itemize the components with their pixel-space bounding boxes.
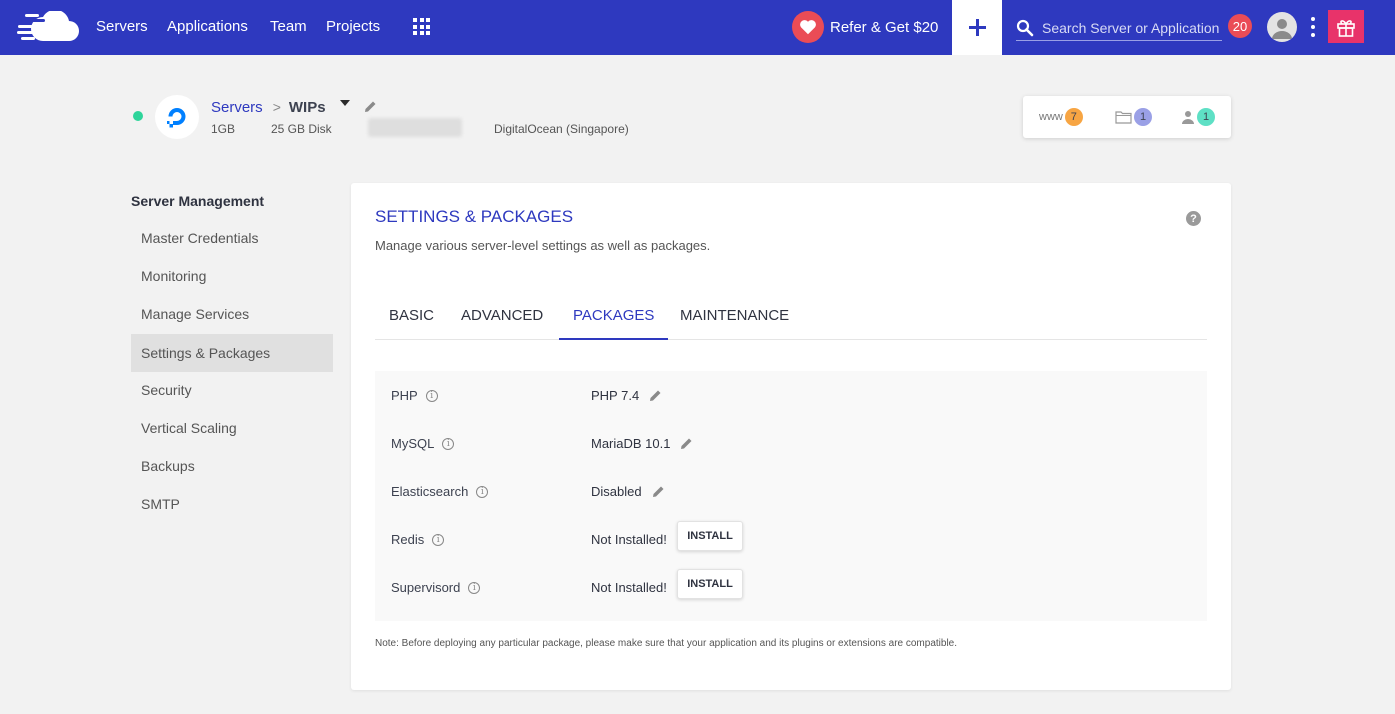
sidebar-item-backups[interactable]: Backups xyxy=(131,447,333,485)
help-icon[interactable]: ? xyxy=(1186,211,1201,226)
info-icon[interactable]: i xyxy=(425,389,438,402)
notification-badge[interactable]: 20 xyxy=(1228,14,1252,38)
server-ip-redacted xyxy=(368,118,462,137)
plus-icon xyxy=(968,19,986,36)
stat-files[interactable]: 1 xyxy=(1115,108,1152,126)
package-name: Elasticsearch xyxy=(391,484,469,499)
search-icon xyxy=(1016,19,1034,36)
server-dropdown-caret-icon[interactable] xyxy=(340,100,350,106)
package-label: MySQL i xyxy=(391,436,455,451)
nav-projects[interactable]: Projects xyxy=(326,18,380,35)
package-row-redis: Redis i Not Installed! INSTALL xyxy=(375,519,1207,567)
server-stats-card: www 7 1 1 xyxy=(1023,96,1231,138)
avatar-icon[interactable] xyxy=(1267,12,1297,42)
package-version: Disabled xyxy=(591,484,642,499)
info-icon[interactable]: i xyxy=(432,533,445,546)
kebab-menu-icon[interactable] xyxy=(1311,17,1315,37)
sidebar-item-settings-packages[interactable]: Settings & Packages xyxy=(131,334,333,372)
stat-users[interactable]: 1 xyxy=(1181,108,1215,126)
package-value: MariaDB 10.1 xyxy=(591,436,693,451)
package-label: Elasticsearch i xyxy=(391,484,489,499)
cloudways-logo-icon[interactable] xyxy=(17,11,79,43)
breadcrumb-servers-link[interactable]: Servers xyxy=(211,99,263,116)
server-status-dot xyxy=(133,111,143,121)
nav-applications[interactable]: Applications xyxy=(167,18,248,35)
pencil-icon[interactable] xyxy=(652,485,665,498)
package-row-supervisord: Supervisord i Not Installed! INSTALL xyxy=(375,567,1207,615)
search-input[interactable] xyxy=(1042,19,1222,36)
package-name: Redis xyxy=(391,532,425,547)
package-version: PHP 7.4 xyxy=(591,388,640,403)
install-supervisord-button[interactable]: INSTALL xyxy=(677,569,743,599)
package-name: Supervisord xyxy=(391,580,461,595)
tab-advanced[interactable]: ADVANCED xyxy=(447,295,557,340)
files-count-badge: 1 xyxy=(1134,108,1152,126)
grid-icon[interactable] xyxy=(413,18,430,35)
compatibility-note: Note: Before deploying any particular pa… xyxy=(375,638,958,649)
breadcrumb: Servers > WIPs xyxy=(211,97,326,117)
server-name: WIPs xyxy=(288,98,326,116)
www-label: www xyxy=(1039,111,1063,123)
sidebar-item-vertical-scaling[interactable]: Vertical Scaling xyxy=(131,409,333,447)
server-disk: 25 GB Disk xyxy=(271,122,332,136)
user-icon xyxy=(1182,111,1194,124)
package-row-php: PHP i PHP 7.4 xyxy=(375,375,1207,423)
info-icon[interactable]: i xyxy=(468,581,481,594)
stat-apps[interactable]: www 7 xyxy=(1039,108,1083,126)
tab-maintenance[interactable]: MAINTENANCE xyxy=(666,295,803,340)
package-name: MySQL xyxy=(391,436,435,451)
tab-packages[interactable]: PACKAGES xyxy=(559,295,669,340)
info-icon[interactable]: i xyxy=(442,437,455,450)
refer-label: Refer & Get $20 xyxy=(830,18,939,36)
nav-servers[interactable]: Servers xyxy=(96,18,148,35)
package-value: PHP 7.4 xyxy=(591,388,662,403)
package-value: Not Installed! xyxy=(591,580,667,595)
page-title: SETTINGS & PACKAGES xyxy=(375,207,574,226)
add-button[interactable] xyxy=(952,0,1002,55)
sidebar-item-smtp[interactable]: SMTP xyxy=(131,485,333,523)
search-box xyxy=(1016,15,1222,41)
server-provider: DigitalOcean (Singapore) xyxy=(494,122,629,136)
users-count-badge: 1 xyxy=(1197,108,1215,126)
top-navigation-bar: Servers Applications Team Projects Refer… xyxy=(0,0,1395,55)
pencil-icon[interactable] xyxy=(649,389,662,402)
sidebar-title: Server Management xyxy=(131,193,265,209)
package-row-mysql: MySQL i MariaDB 10.1 xyxy=(375,423,1207,471)
apps-count-badge: 7 xyxy=(1064,108,1083,126)
packages-panel: PHP i PHP 7.4 MySQL i MariaDB 10.1 Elast… xyxy=(375,371,1207,621)
install-redis-button[interactable]: INSTALL xyxy=(677,521,743,551)
breadcrumb-separator: > xyxy=(272,99,281,115)
folder-icon xyxy=(1115,111,1132,124)
package-value: Not Installed! xyxy=(591,532,667,547)
package-label: Redis i xyxy=(391,532,445,547)
package-label: Supervisord i xyxy=(391,580,481,595)
package-label: PHP i xyxy=(391,388,438,403)
gift-icon xyxy=(1337,19,1355,37)
settings-tabs: BASIC ADVANCED PACKAGES MAINTENANCE xyxy=(375,295,1207,340)
sidebar-item-security[interactable]: Security xyxy=(131,371,333,409)
sidebar-item-master-credentials[interactable]: Master Credentials xyxy=(131,219,333,257)
page-subtitle: Manage various server-level settings as … xyxy=(375,238,711,253)
settings-packages-card: SETTINGS & PACKAGES Manage various serve… xyxy=(351,183,1231,690)
nav-team[interactable]: Team xyxy=(270,18,307,35)
package-version: MariaDB 10.1 xyxy=(591,436,671,451)
pencil-icon[interactable] xyxy=(680,437,693,450)
refer-button[interactable]: Refer & Get $20 xyxy=(792,10,938,44)
tab-basic[interactable]: BASIC xyxy=(375,295,448,340)
package-name: PHP xyxy=(391,388,418,403)
sidebar-item-manage-services[interactable]: Manage Services xyxy=(131,295,333,333)
package-value: Disabled xyxy=(591,484,665,499)
sidebar-item-monitoring[interactable]: Monitoring xyxy=(131,257,333,295)
package-row-elasticsearch: Elasticsearch i Disabled xyxy=(375,471,1207,519)
digitalocean-logo-icon xyxy=(155,95,199,139)
info-icon[interactable]: i xyxy=(476,485,489,498)
server-ram: 1GB xyxy=(211,122,236,136)
package-status: Not Installed! xyxy=(591,580,667,595)
gift-button[interactable] xyxy=(1328,10,1364,43)
package-status: Not Installed! xyxy=(591,532,667,547)
rename-server-pencil-icon[interactable] xyxy=(364,100,377,113)
heart-icon xyxy=(792,11,824,43)
